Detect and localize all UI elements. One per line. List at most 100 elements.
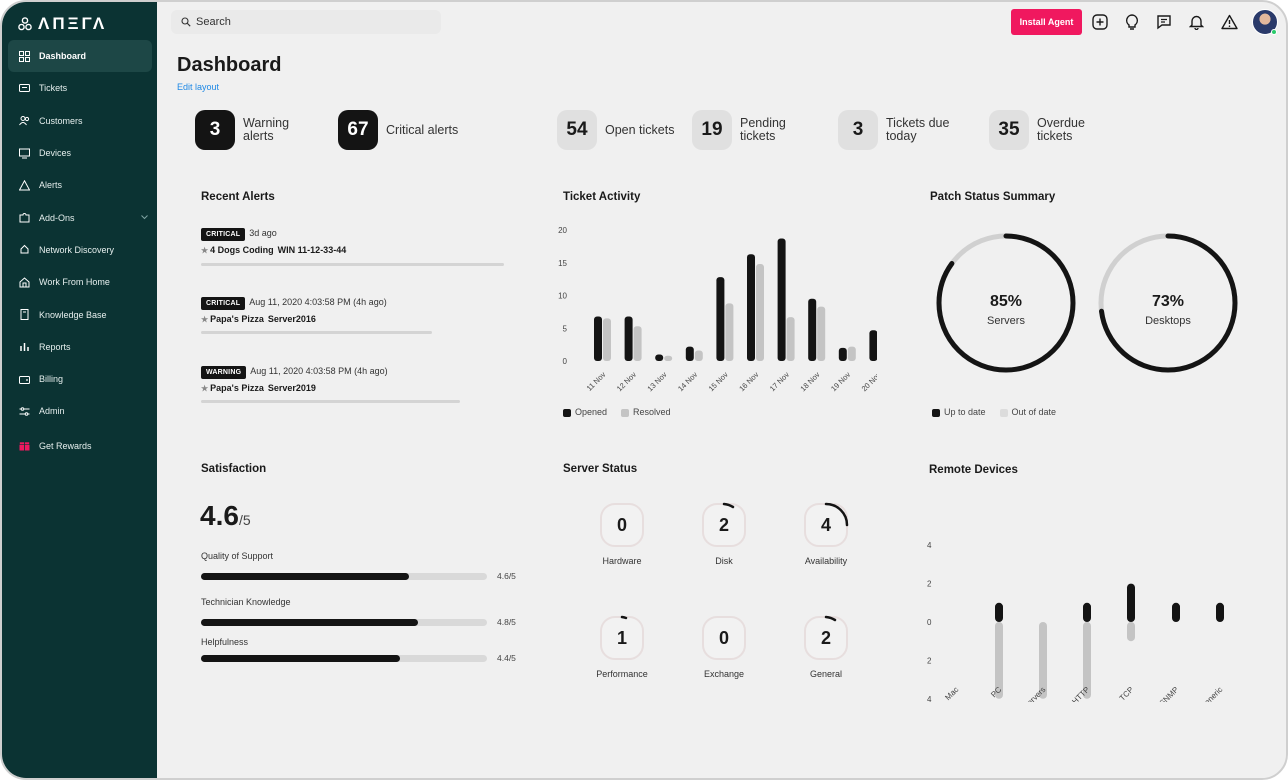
sidebar-item-knowledge-base[interactable]: Knowledge Base	[8, 298, 152, 330]
recent-alerts-title: Recent Alerts	[201, 191, 275, 203]
sidebar-item-label: Devices	[39, 148, 72, 159]
bar-up	[1216, 602, 1224, 622]
alert-time: Aug 11, 2020 4:03:58 PM (4h ago)	[249, 297, 387, 307]
sidebar-item-tickets[interactable]: Tickets	[8, 72, 152, 104]
sidebar-item-alerts[interactable]: Alerts	[8, 169, 152, 201]
stat-open-tickets[interactable]: 54 Open tickets	[557, 110, 685, 150]
stat-warning-alerts[interactable]: 3 Warning alerts	[195, 110, 323, 150]
alert-customer: Papa's Pizza	[210, 383, 264, 393]
wallet-icon	[18, 373, 30, 385]
sidebar-item-dashboard[interactable]: Dashboard	[8, 40, 152, 73]
sliders-icon	[18, 405, 30, 417]
stat-pending-tickets[interactable]: 19 Pending tickets	[692, 110, 820, 150]
server-status-value: 4	[820, 514, 831, 535]
server-status-ring: 1	[599, 615, 645, 661]
server-status-tile[interactable]: 2 Disk	[679, 502, 769, 566]
sidebar-item-customers[interactable]: Customers	[8, 105, 152, 137]
satisfaction-value: 4.4/5	[497, 653, 516, 663]
stat-label: Pending tickets	[740, 116, 786, 143]
brand-name: ΛΠΞΓΛ	[38, 14, 108, 33]
bar-up	[1172, 602, 1180, 622]
stat-label: Overdue tickets	[1037, 116, 1085, 143]
desktops-donut-label: 73% Desktops	[1118, 293, 1218, 327]
server-status-tile[interactable]: 4 Availability	[781, 502, 871, 566]
server-status-tile[interactable]: 0 Hardware	[577, 502, 667, 566]
x-tick-label: 15 Nov	[707, 370, 730, 393]
stat-value: 35	[989, 110, 1029, 150]
server-status-label: Exchange	[703, 669, 745, 679]
desktops-label: Desktops	[1145, 315, 1191, 327]
y-tick-label: 4	[927, 695, 932, 702]
alert-triangle-icon[interactable]	[1218, 11, 1240, 33]
servers-label: Servers	[987, 315, 1025, 327]
bar-up	[995, 602, 1003, 622]
y-tick-label: 0	[563, 357, 568, 366]
sidebar-item-reports[interactable]: Reports	[8, 331, 152, 363]
stat-label: Open tickets	[605, 122, 675, 137]
server-status-tile[interactable]: 2 General	[781, 615, 871, 679]
bell-icon[interactable]	[1185, 11, 1207, 33]
server-status-value: 0	[616, 514, 627, 535]
bar-down	[1127, 622, 1135, 642]
desktops-pct: 73%	[1151, 293, 1185, 310]
sidebar-item-add-ons[interactable]: Add-Ons	[8, 201, 152, 233]
servers-pct: 85%	[989, 293, 1023, 310]
stat-critical-alerts[interactable]: 67 Critical alerts	[338, 110, 466, 150]
install-agent-button[interactable]: Install Agent	[1011, 9, 1082, 35]
main-content: Dashboard Edit layout 3 Warning alerts 6…	[157, 42, 1286, 778]
server-status-value: 0	[718, 627, 729, 648]
server-status-ring: 0	[599, 502, 645, 548]
bar-resolved	[786, 317, 795, 361]
edit-layout-link[interactable]: Edit layout	[177, 82, 219, 92]
alert-item[interactable]: CRITICAL 3d ago ★ 4 Dogs Coding WIN 11-12-3…	[201, 223, 521, 255]
sidebar-item-label: Network Discovery	[39, 244, 115, 255]
add-icon[interactable]	[1089, 11, 1111, 33]
alert-item[interactable]: CRITICAL Aug 11, 2020 4:03:58 PM (4h ago)…	[201, 292, 521, 324]
bar-resolved	[633, 326, 642, 361]
y-tick-label: 2	[927, 580, 932, 589]
sidebar-item-label: Knowledge Base	[39, 309, 107, 320]
sidebar-item-label: Tickets	[39, 83, 68, 94]
sidebar-item-label: Add-Ons	[39, 212, 75, 223]
brand-logo[interactable]: ΛΠΞΓΛ	[18, 14, 107, 34]
search-input[interactable]: Search	[171, 10, 441, 34]
sidebar-item-admin[interactable]: Admin	[8, 395, 152, 427]
sidebar-item-devices[interactable]: Devices	[8, 137, 152, 169]
sidebar-item-label: Dashboard	[39, 51, 87, 62]
sidebar-item-work-from-home[interactable]: Work From Home	[8, 266, 152, 298]
satisfaction-label: Technician Knowledge	[201, 597, 291, 607]
x-tick-label: Generic	[1198, 685, 1224, 702]
lightbulb-icon[interactable]	[1121, 11, 1143, 33]
bar-opened	[655, 354, 664, 361]
stat-tickets-due-today[interactable]: 3 Tickets due today	[838, 110, 966, 150]
sidebar-item-get-rewards[interactable]: Get Rewards	[8, 430, 152, 462]
x-tick-label: TCP	[1118, 685, 1136, 702]
stat-overdue-tickets[interactable]: 35 Overdue tickets	[989, 110, 1117, 150]
satisfaction-track	[201, 619, 487, 626]
bar-chart-icon	[18, 341, 30, 353]
server-status-title: Server Status	[563, 463, 638, 475]
ticket-activity-title: Ticket Activity	[563, 191, 641, 203]
severity-badge: WARNING	[201, 366, 247, 379]
network-icon	[18, 244, 30, 256]
alert-divider	[201, 331, 432, 334]
chevron-down-icon[interactable]	[141, 212, 148, 222]
server-status-value: 2	[718, 514, 729, 535]
server-status-ring: 0	[701, 615, 747, 661]
legend-resolved: Resolved	[621, 407, 671, 417]
bar-opened	[716, 277, 725, 361]
x-tick-label: 12 Nov	[615, 370, 638, 393]
alert-divider	[201, 400, 460, 403]
alert-item[interactable]: WARNING Aug 11, 2020 4:03:58 PM (4h ago) …	[201, 361, 521, 393]
bar-up	[1083, 602, 1091, 622]
online-status-dot	[1271, 29, 1277, 35]
server-status-tile[interactable]: 1 Performance	[577, 615, 667, 679]
alert-device: Server2016	[267, 314, 316, 324]
server-status-tile[interactable]: 0 Exchange	[679, 615, 769, 679]
stat-label: Critical alerts	[386, 122, 459, 137]
sidebar-item-billing[interactable]: Billing	[8, 363, 152, 395]
sidebar: ΛΠΞΓΛ Dashboard Tickets Customers Device…	[2, 2, 157, 778]
chat-icon[interactable]	[1153, 11, 1175, 33]
star-icon: ★	[201, 315, 209, 324]
sidebar-item-network-discovery[interactable]: Network Discovery	[8, 234, 152, 266]
